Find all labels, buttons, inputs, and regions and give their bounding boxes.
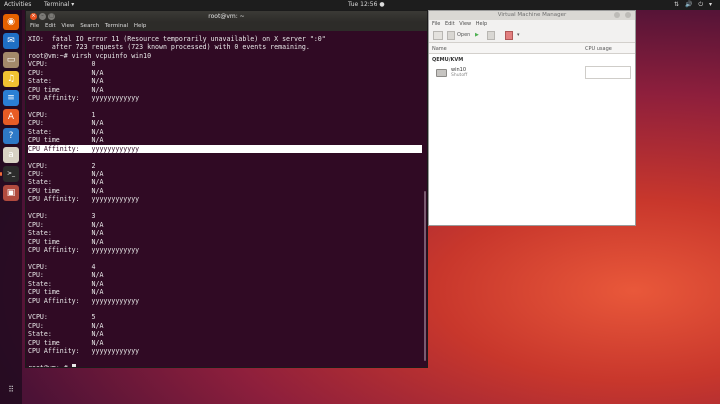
rhythmbox-icon[interactable]: ♫	[3, 71, 19, 87]
terminal-line: CPU Affinity: yyyyyyyyyyyy	[28, 296, 140, 305]
terminal-line: CPU time N/A	[28, 288, 104, 297]
activities-button[interactable]: Activities	[4, 1, 31, 8]
vmm-titlebar[interactable]: Virtual Machine Manager	[429, 11, 635, 20]
files-icon[interactable]: ▭	[3, 52, 19, 68]
terminal-output[interactable]: XIO: fatal IO error 11 (Resource tempora…	[28, 35, 424, 367]
menu-terminal[interactable]: Terminal	[105, 23, 128, 29]
pause-icon[interactable]	[487, 31, 495, 40]
vm-cpu-usage-graph	[585, 66, 631, 79]
terminal-line: State: N/A	[28, 229, 104, 238]
terminal-line: XIO: fatal IO error 11 (Resource tempora…	[28, 35, 326, 43]
terminal-line: VCPU: 1	[28, 110, 96, 119]
writer-icon[interactable]: ≡	[3, 90, 19, 106]
connection-group[interactable]: QEMU/KVM	[432, 57, 463, 63]
terminal-line: root@vm:~# virsh vcpuinfo win10	[28, 51, 152, 60]
app-menu[interactable]: Terminal ▾	[44, 1, 74, 8]
vmm-menu-file[interactable]: File	[432, 21, 440, 27]
new-vm-icon[interactable]	[433, 31, 443, 40]
terminal-line: CPU time N/A	[28, 237, 104, 246]
vm-monitor-icon	[436, 69, 447, 77]
vmm-menu-edit[interactable]: Edit	[445, 21, 455, 27]
terminal-line: CPU Affinity: yyyyyyyyyyyy	[28, 94, 140, 103]
terminal-line: CPU: N/A	[28, 271, 104, 280]
thunderbird-icon[interactable]: ✉	[3, 33, 19, 49]
terminal-line: CPU time N/A	[28, 85, 104, 94]
vmm-menu-help[interactable]: Help	[476, 21, 487, 27]
virt-manager-window: Virtual Machine Manager File Edit View H…	[428, 10, 636, 226]
terminal-line: CPU time N/A	[28, 136, 104, 145]
terminal-line: VCPU: 2	[28, 161, 96, 170]
menu-edit[interactable]: Edit	[45, 23, 56, 29]
terminal-line: CPU: N/A	[28, 68, 104, 77]
menu-search[interactable]: Search	[80, 23, 99, 29]
help-icon[interactable]: ?	[3, 128, 19, 144]
software-icon[interactable]: A	[3, 109, 19, 125]
terminal-line: CPU time N/A	[28, 186, 104, 195]
terminal-line: State: N/A	[28, 330, 104, 339]
vmm-toolbar: Open ▶ ▾	[429, 28, 635, 43]
menu-view[interactable]: View	[61, 23, 74, 29]
monitor-icon[interactable]	[447, 31, 455, 40]
terminal-line: CPU: N/A	[28, 220, 104, 229]
vmm-title: Virtual Machine Manager	[497, 12, 567, 18]
clock[interactable]: Tue 12:56 ●	[348, 1, 385, 8]
terminal-line: State: N/A	[28, 279, 104, 288]
open-button[interactable]: Open	[457, 31, 470, 40]
terminal-line: CPU time N/A	[28, 338, 104, 347]
shutdown-icon[interactable]	[505, 31, 513, 40]
terminal-line: CPU Affinity: yyyyyyyyyyyy	[28, 195, 140, 204]
menu-help[interactable]: Help	[134, 23, 147, 29]
terminal-line: after 723 requests (723 known processed)…	[28, 43, 310, 52]
terminal-window: × – □ root@vm: ~ File Edit View Search T…	[25, 10, 428, 368]
vmm-menubar: File Edit View Help	[429, 20, 635, 28]
terminal-line: CPU Affinity: yyyyyyyyyyyy	[28, 347, 140, 356]
terminal-icon[interactable]: >_	[0, 166, 19, 182]
terminal-line: CPU: N/A	[28, 321, 104, 330]
vmm-minimize-icon[interactable]	[614, 12, 620, 18]
run-icon[interactable]: ▶	[475, 31, 479, 40]
terminal-cursor	[71, 364, 76, 367]
vmm-close-icon[interactable]	[625, 12, 631, 18]
system-tray[interactable]: ⇅ 🔊 ⏻ ▾	[674, 1, 714, 9]
terminal-line: VCPU: 0	[28, 60, 96, 69]
terminal-line: State: N/A	[28, 77, 104, 86]
terminal-line: VCPU: 5	[28, 313, 96, 322]
terminal-line: State: N/A	[28, 178, 104, 187]
terminal-line: VCPU: 3	[28, 212, 96, 221]
terminal-menubar: File Edit View Search Terminal Help	[26, 22, 427, 31]
terminal-line: CPU Affinity: yyyyyyyyyyyy	[28, 245, 140, 254]
show-applications-icon[interactable]: ⠿	[3, 382, 19, 398]
dock: ◉ ✉ ▭ ♫ ≡ A? a >_ ▣ ⠿	[0, 10, 22, 404]
column-name[interactable]: Name	[432, 46, 447, 52]
vm-list: QEMU/KVM win10 Shutoff	[429, 54, 635, 225]
terminal-line: CPU: N/A	[28, 170, 104, 178]
menu-file[interactable]: File	[30, 23, 39, 29]
column-cpu-usage[interactable]: CPU usage	[585, 46, 612, 52]
terminal-line: State: N/A	[28, 127, 104, 136]
amazon-icon[interactable]: a	[3, 147, 19, 163]
terminal-line: CPU: N/A	[28, 119, 104, 128]
terminal-scrollbar[interactable]	[424, 191, 426, 361]
vm-status: Shutoff	[451, 73, 468, 78]
vmm-menu-view[interactable]: View	[459, 21, 471, 27]
virt-manager-icon[interactable]: ▣	[3, 185, 19, 201]
terminal-line: root@vm:~#	[28, 364, 424, 367]
terminal-line: CPU Affinity: yyyyyyyyyyyy	[28, 144, 422, 154]
terminal-line: VCPU: 4	[28, 262, 96, 271]
firefox-icon[interactable]: ◉	[3, 14, 19, 30]
vm-list-header: Name CPU usage	[429, 43, 635, 54]
top-panel: Activities Terminal ▾ Tue 12:56 ● ⇅ 🔊 ⏻ …	[0, 0, 720, 10]
terminal-titlebar[interactable]: × – □ root@vm: ~	[26, 11, 427, 22]
chevron-down-icon[interactable]: ▾	[517, 31, 520, 40]
terminal-title: root@vm: ~	[208, 13, 245, 20]
